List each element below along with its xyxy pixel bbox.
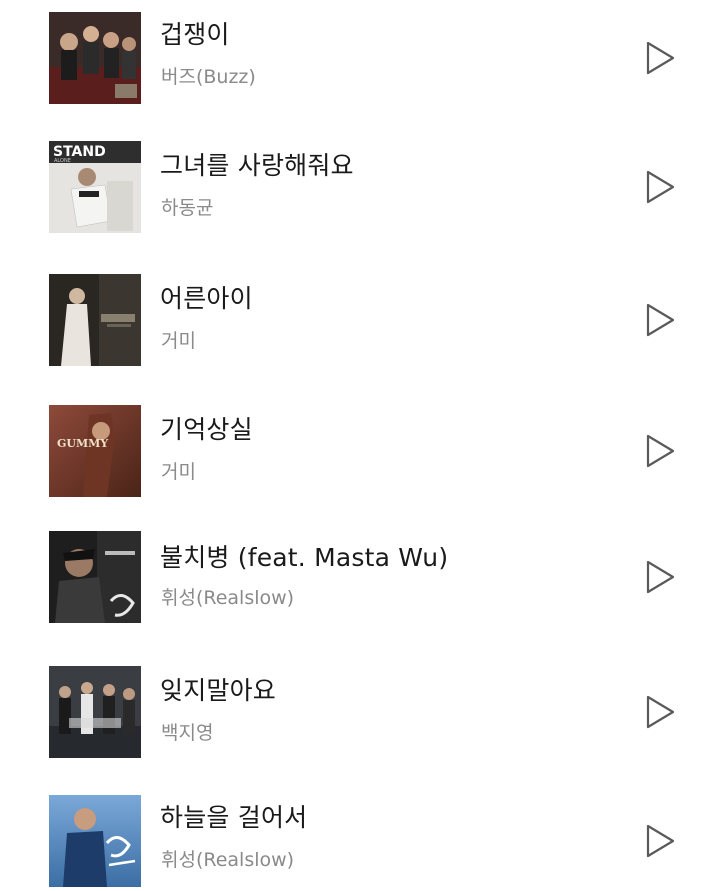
song-row[interactable]: 잊지말아요 백지영 [0, 656, 720, 758]
song-artist: 거미 [161, 461, 196, 483]
song-row[interactable]: GUMMY 기억상실 거미 [0, 393, 720, 497]
song-title: 잊지말아요 [160, 676, 277, 705]
song-row[interactable]: STAND ALONE 그녀를 사랑해줘요 하동균 [0, 131, 720, 233]
album-cover-image: GUMMY [49, 405, 141, 497]
song-row[interactable]: 하늘을 걸어서 휘성(Realslow) [0, 787, 720, 887]
song-artist: 거미 [161, 330, 196, 352]
song-row[interactable]: 겁쟁이 버즈(Buzz) [0, 0, 720, 104]
play-icon[interactable] [644, 559, 676, 595]
play-icon[interactable] [644, 823, 676, 859]
song-artist: 백지영 [161, 722, 214, 744]
song-artist: 휘성(Realslow) [161, 587, 295, 609]
song-title: 어른아이 [160, 284, 253, 313]
album-cover-image [49, 531, 141, 623]
song-row[interactable]: 어른아이 거미 [0, 262, 720, 366]
album-cover-image [49, 12, 141, 104]
album-cover-image [49, 795, 141, 887]
song-title: 겁쟁이 [160, 20, 230, 49]
album-cover-text: GUMMY [57, 437, 108, 450]
song-row[interactable]: 불치병 (feat. Masta Wu) 휘성(Realslow) [0, 523, 720, 623]
play-icon[interactable] [644, 169, 676, 205]
album-cover-image [49, 666, 141, 758]
song-title: 그녀를 사랑해줘요 [160, 151, 354, 180]
play-icon[interactable] [644, 40, 676, 76]
album-cover-subtext: ALONE [54, 158, 71, 164]
song-title: 불치병 (feat. Masta Wu) [160, 543, 449, 572]
song-artist: 버즈(Buzz) [161, 66, 256, 88]
song-title: 하늘을 걸어서 [160, 803, 308, 832]
album-cover-image [49, 274, 141, 366]
song-title: 기억상실 [160, 415, 253, 444]
play-icon[interactable] [644, 433, 676, 469]
play-icon[interactable] [644, 302, 676, 338]
play-icon[interactable] [644, 694, 676, 730]
album-cover-image: STAND ALONE [49, 141, 141, 233]
song-artist: 휘성(Realslow) [161, 849, 295, 871]
song-artist: 하동균 [161, 197, 214, 219]
